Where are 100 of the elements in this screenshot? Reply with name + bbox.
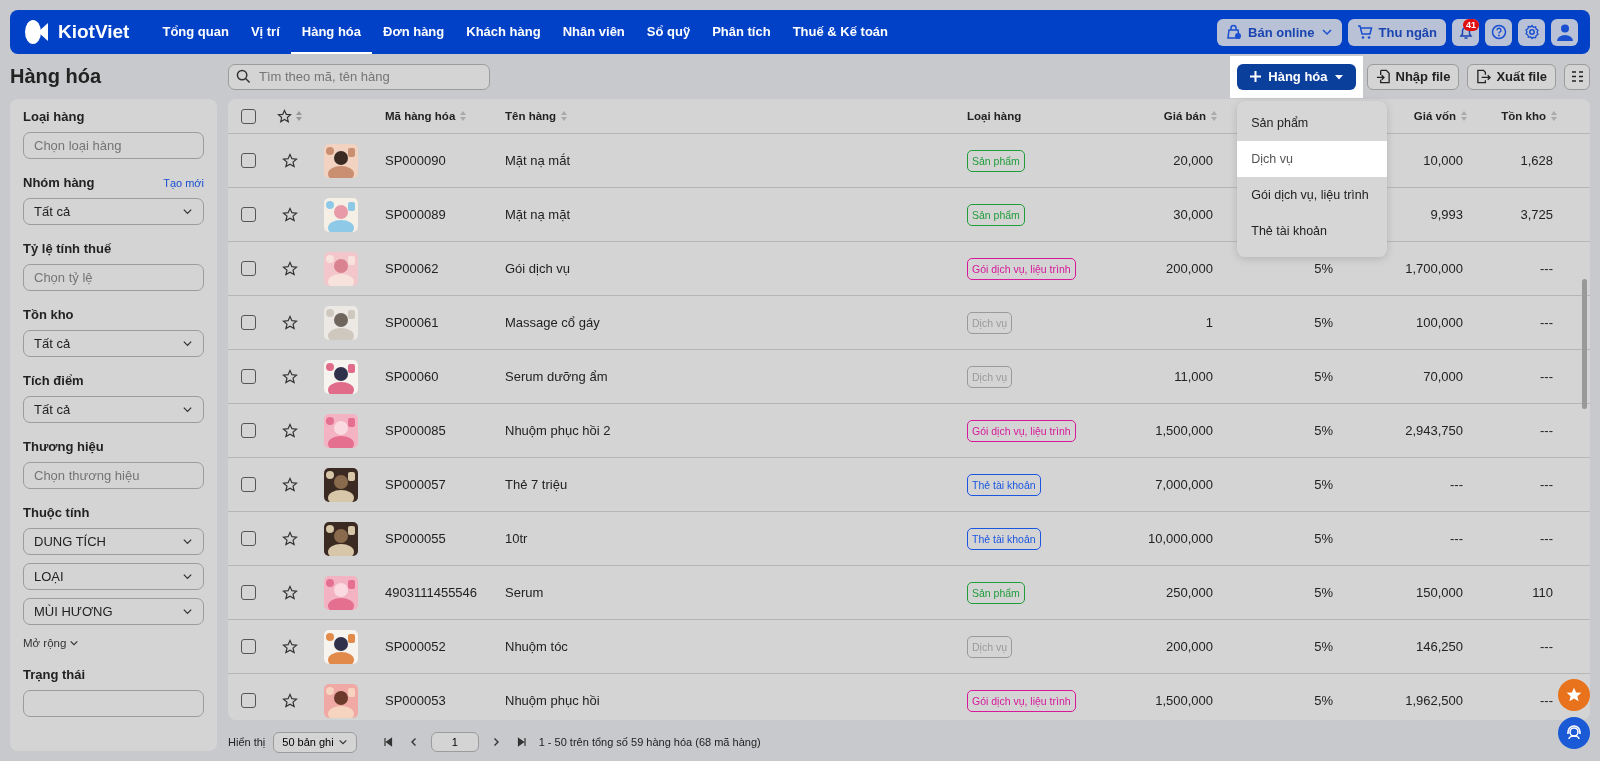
- table-cell-text: ---: [1539, 477, 1554, 492]
- star-icon[interactable]: [282, 206, 298, 223]
- online-sales-button[interactable]: Bán online: [1217, 18, 1342, 46]
- row-checkbox[interactable]: [240, 585, 256, 600]
- table-cell-text: ---: [1539, 315, 1554, 330]
- help-button[interactable]: [1485, 18, 1512, 46]
- nav-tab[interactable]: Tổng quan: [151, 10, 240, 54]
- star-icon[interactable]: [282, 476, 298, 493]
- row-checkbox[interactable]: [240, 369, 256, 384]
- nav-tab[interactable]: Thuế & Kế toán: [781, 10, 899, 54]
- menu-item[interactable]: Gói dịch vụ, liệu trình: [1237, 176, 1388, 213]
- star-icon[interactable]: [282, 422, 298, 439]
- notifications-button[interactable]: 41: [1452, 18, 1479, 46]
- row-checkbox[interactable]: [240, 153, 256, 168]
- row-checkbox[interactable]: [240, 531, 256, 546]
- nav-tab[interactable]: Đơn hàng: [372, 10, 456, 54]
- table-cell-text: ---: [1539, 369, 1554, 384]
- select-all-checkbox[interactable]: [240, 108, 256, 124]
- star-icon[interactable]: [282, 314, 298, 331]
- row-checkbox[interactable]: [240, 693, 256, 708]
- table-cell-text: SP000055: [384, 531, 447, 546]
- table-cell-text: SP000085: [384, 423, 447, 438]
- page-number-field[interactable]: 1: [430, 732, 479, 752]
- search-field[interactable]: Tìm theo mã, tên hàng: [228, 63, 490, 90]
- column-settings-button[interactable]: [1564, 63, 1590, 90]
- column-header[interactable]: Mã hàng hóa: [378, 110, 498, 122]
- filter-label: Thương hiệu: [23, 439, 104, 454]
- pagination-summary: 1 - 50 trên tổng số 59 hàng hóa (68 mã hàng): [538, 736, 761, 748]
- type-tag: Gói dịch vụ, liệu trình: [967, 419, 1076, 442]
- table-cell-text: 100,000: [1415, 315, 1464, 330]
- filter-label: Tích điểm: [23, 373, 84, 388]
- page-size-label: Hiển thị: [228, 736, 266, 748]
- search-icon: [236, 69, 251, 84]
- star-icon[interactable]: [282, 368, 298, 385]
- import-file-button[interactable]: Nhập file: [1366, 63, 1460, 90]
- export-file-button[interactable]: Xuất file: [1467, 63, 1556, 90]
- table-cell-text: 11,000: [1173, 369, 1214, 384]
- column-header[interactable]: Loại hàng: [960, 110, 1088, 122]
- bag-icon: [1226, 24, 1243, 40]
- nav-tab[interactable]: Phân tích: [701, 10, 782, 54]
- column-header[interactable]: Tồn kho: [1478, 110, 1568, 122]
- filter-input[interactable]: Chọn tỷ lệ: [23, 264, 204, 291]
- filter-select[interactable]: DUNG TÍCH: [23, 528, 204, 555]
- table-cell-text: 5%: [1313, 261, 1334, 276]
- create-new-link[interactable]: Tạo mới: [163, 176, 204, 189]
- filter-input[interactable]: Chọn loại hàng: [23, 132, 204, 159]
- column-header[interactable]: Tên hàng: [498, 110, 960, 122]
- scrollbar[interactable]: [1582, 279, 1587, 409]
- nav-tab[interactable]: Khách hàng: [455, 10, 552, 54]
- star-icon[interactable]: [282, 638, 298, 655]
- cashier-button[interactable]: Thu ngân: [1347, 18, 1446, 46]
- table-cell-text: 250,000: [1165, 585, 1214, 600]
- table-cell-text: Mặt nạ mặt: [504, 207, 572, 222]
- table-cell-text: ---: [1539, 423, 1554, 438]
- table-cell-text: 150,000: [1415, 585, 1464, 600]
- page-size-select[interactable]: 50 bản ghi: [273, 731, 357, 753]
- row-checkbox[interactable]: [240, 315, 256, 330]
- row-checkbox[interactable]: [240, 207, 256, 222]
- table-cell-text: 110: [1531, 585, 1554, 600]
- add-product-button[interactable]: Hàng hóa: [1237, 63, 1356, 90]
- logo-icon: [24, 19, 50, 45]
- filter-select[interactable]: MÙI HƯƠNG: [23, 598, 204, 625]
- file-import-icon: [1375, 69, 1391, 84]
- filter-input[interactable]: Chọn thương hiệu: [23, 462, 204, 489]
- star-icon[interactable]: [277, 108, 292, 124]
- nav-tab[interactable]: Nhân viên: [551, 10, 636, 54]
- table-cell-text: 10,000,000: [1146, 531, 1214, 546]
- row-checkbox[interactable]: [240, 423, 256, 438]
- first-page-icon[interactable]: [382, 737, 393, 747]
- table-cell-text: SP000057: [384, 477, 447, 492]
- table-cell-text: SP000053: [384, 693, 447, 708]
- table-cell-text: SP000052: [384, 639, 447, 654]
- row-checkbox[interactable]: [240, 639, 256, 654]
- table-cell-text: 146,250: [1415, 639, 1464, 654]
- nav-tab[interactable]: Hàng hóa: [290, 10, 372, 54]
- star-icon[interactable]: [282, 692, 298, 709]
- menu-item[interactable]: Dịch vụ: [1237, 140, 1388, 177]
- table-cell-text: 1,700,000: [1404, 261, 1464, 276]
- star-icon[interactable]: [282, 584, 298, 601]
- support-button[interactable]: [1558, 717, 1590, 749]
- table-cell-text: Serum: [504, 585, 545, 600]
- settings-button[interactable]: [1518, 18, 1545, 46]
- filter-select[interactable]: Tất cả: [23, 198, 204, 225]
- star-icon[interactable]: [282, 260, 298, 277]
- column-header[interactable]: Giá bán: [1088, 110, 1228, 122]
- filter-select[interactable]: LOẠI: [23, 563, 204, 590]
- row-checkbox[interactable]: [240, 477, 256, 492]
- star-icon[interactable]: [282, 152, 298, 169]
- table-cell-text: Massage cổ gáy: [504, 315, 601, 330]
- menu-item[interactable]: Thẻ tài khoản: [1237, 212, 1388, 249]
- filter-select[interactable]: Tất cả: [23, 396, 204, 423]
- star-icon[interactable]: [282, 530, 298, 547]
- last-page-icon[interactable]: [516, 737, 527, 747]
- nav-tab[interactable]: Vị trí: [239, 10, 291, 54]
- row-checkbox[interactable]: [240, 261, 256, 276]
- nav-tab[interactable]: Sổ quỹ: [635, 10, 702, 54]
- expand-link[interactable]: Mở rộng: [23, 637, 80, 649]
- user-avatar-button[interactable]: [1551, 18, 1578, 46]
- filter-select[interactable]: Tất cả: [23, 330, 204, 357]
- filter-label: Trạng thái: [23, 667, 86, 682]
